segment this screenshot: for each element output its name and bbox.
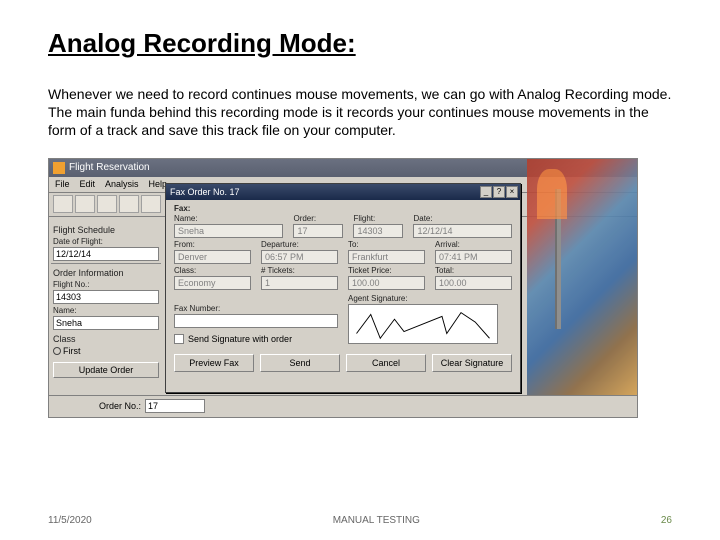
- help-button[interactable]: ?: [493, 186, 505, 198]
- fax-name-label: Name:: [174, 214, 283, 223]
- flightno-field[interactable]: 14303: [53, 290, 159, 304]
- name-field[interactable]: Sneha: [53, 316, 159, 330]
- slide-footer: 11/5/2020 MANUAL TESTING 26: [48, 515, 672, 526]
- fax-date-field: 12/12/14: [413, 224, 512, 238]
- status-order-field[interactable]: 17: [145, 399, 205, 413]
- fax-title-text: Fax Order No. 17: [170, 187, 240, 197]
- menu-edit[interactable]: Edit: [80, 179, 96, 190]
- toolbar-button[interactable]: [75, 195, 95, 213]
- checkbox-icon: [174, 334, 184, 344]
- fax-date-label: Date:: [413, 214, 512, 223]
- minimize-button[interactable]: _: [480, 186, 492, 198]
- fax-from-label: From:: [174, 240, 251, 249]
- fax-order-label: Order:: [293, 214, 343, 223]
- status-order-label: Order No.:: [99, 401, 141, 411]
- fax-order-field: 17: [293, 224, 343, 238]
- fax-section-label: Fax:: [174, 204, 512, 213]
- fax-arrival-field: 07:41 PM: [435, 250, 512, 264]
- fax-tickets-field: 1: [261, 276, 338, 290]
- send-sig-label: Send Signature with order: [188, 334, 292, 344]
- dof-label: Date of Flight:: [53, 237, 159, 246]
- fax-class-field: Economy: [174, 276, 251, 290]
- fax-flight-label: Flight:: [353, 214, 403, 223]
- fax-price-label: Ticket Price:: [348, 266, 425, 275]
- fax-departure-field: 06:57 PM: [261, 250, 338, 264]
- class-first-radio[interactable]: First: [53, 346, 159, 356]
- fax-total-label: Total:: [435, 266, 512, 275]
- footer-center: MANUAL TESTING: [333, 515, 420, 526]
- send-sig-checkbox[interactable]: Send Signature with order: [174, 334, 338, 344]
- faxnum-label: Fax Number:: [174, 304, 338, 313]
- left-pane: Flight Schedule Date of Flight: 12/12/14…: [49, 217, 163, 382]
- dof-field[interactable]: 12/12/14: [53, 247, 159, 261]
- fax-price-field: 100.00: [348, 276, 425, 290]
- cancel-button[interactable]: Cancel: [346, 354, 426, 372]
- fax-titlebar: Fax Order No. 17 _ ? ×: [166, 184, 520, 200]
- close-button[interactable]: ×: [506, 186, 518, 198]
- fax-to-field: Frankfurt: [348, 250, 425, 264]
- sig-label: Agent Signature:: [348, 294, 512, 303]
- toolbar-button[interactable]: [53, 195, 73, 213]
- fax-from-field: Denver: [174, 250, 251, 264]
- slide-title: Analog Recording Mode:: [48, 28, 672, 59]
- footer-date: 11/5/2020: [48, 515, 92, 526]
- preview-fax-button[interactable]: Preview Fax: [174, 354, 254, 372]
- toolbar-button[interactable]: [119, 195, 139, 213]
- airplane-icon: [53, 162, 65, 174]
- menu-analysis[interactable]: Analysis: [105, 179, 139, 190]
- decorative-photo: [527, 159, 637, 395]
- update-order-button[interactable]: Update Order: [53, 362, 159, 378]
- order-info-group: Order Information: [53, 268, 159, 278]
- flightno-label: Flight No.:: [53, 280, 159, 289]
- toolbar-button[interactable]: [97, 195, 117, 213]
- toolbar-button[interactable]: [141, 195, 161, 213]
- fax-total-field: 100.00: [435, 276, 512, 290]
- fax-tickets-label: # Tickets:: [261, 266, 338, 275]
- fax-name-field: Sneha: [174, 224, 283, 238]
- radio-icon: [53, 347, 61, 355]
- send-button[interactable]: Send: [260, 354, 340, 372]
- bg-window-title: Flight Reservation: [69, 162, 150, 173]
- faxnum-field[interactable]: [174, 314, 338, 328]
- status-bar: Order No.: 17: [49, 395, 637, 417]
- fax-to-label: To:: [348, 240, 425, 249]
- signature-canvas[interactable]: [348, 304, 498, 344]
- fax-dialog: Fax Order No. 17 _ ? × Fax: Name: Sneha …: [165, 183, 521, 393]
- fax-departure-label: Departure:: [261, 240, 338, 249]
- radio-label: First: [63, 346, 81, 356]
- schedule-group: Flight Schedule: [53, 225, 159, 235]
- fax-flight-field: 14303: [353, 224, 403, 238]
- menu-file[interactable]: File: [55, 179, 70, 190]
- class-group: Class: [53, 334, 159, 344]
- clear-signature-button[interactable]: Clear Signature: [432, 354, 512, 372]
- slide-body: Whenever we need to record continues mou…: [48, 85, 672, 140]
- app-screenshot: Flight Reservation File Edit Analysis He…: [48, 158, 638, 418]
- footer-page: 26: [661, 515, 672, 526]
- name-label: Name:: [53, 306, 159, 315]
- fax-arrival-label: Arrival:: [435, 240, 512, 249]
- fax-class-label: Class:: [174, 266, 251, 275]
